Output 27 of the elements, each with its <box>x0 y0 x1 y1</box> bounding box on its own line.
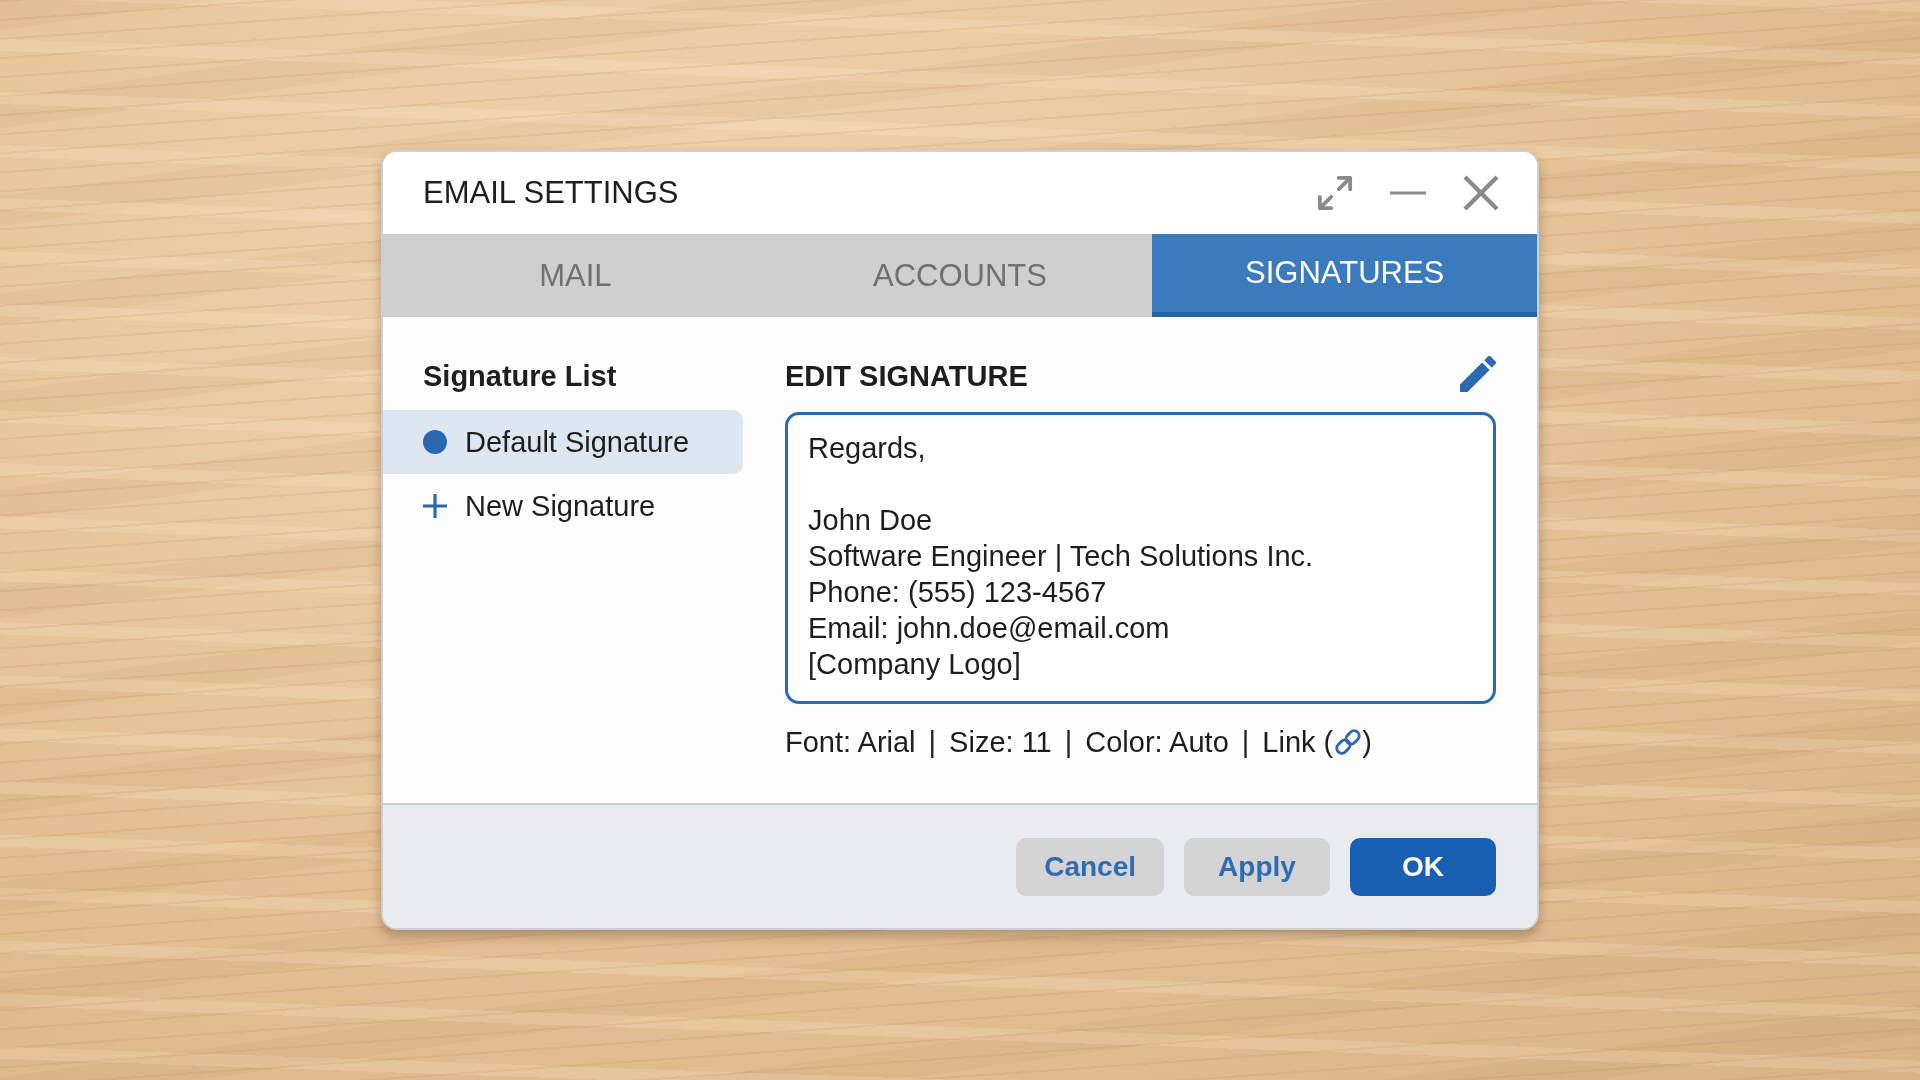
list-item[interactable]: New Signature <box>383 474 743 538</box>
separator-mark: | <box>1064 725 1073 760</box>
list-item[interactable]: Default Signature <box>383 410 743 474</box>
window-title: EMAIL SETTINGS <box>423 175 680 211</box>
pencil-icon[interactable] <box>1460 356 1496 392</box>
format-label: Font: Arial <box>785 725 916 760</box>
close-icon[interactable] <box>1463 175 1499 211</box>
minimize-icon[interactable] <box>1390 191 1426 195</box>
section-heading: Signature List <box>422 359 618 394</box>
signature-editor[interactable]: Regards, John Doe Software Engineer | Tech Solutions Inc. Phone: (555) 123-4567 Email: john.doe@email.com [Company Logo] <box>785 412 1496 704</box>
separator-mark: | <box>1241 725 1250 760</box>
link-label: Link ( <box>1262 725 1334 760</box>
format-label: Color: Auto <box>1085 725 1229 760</box>
closing-paren: ) <box>1362 725 1372 760</box>
separator-mark: | <box>928 725 937 760</box>
cancel-button[interactable]: Cancel <box>1016 837 1164 896</box>
format-label: Size: 11 <box>949 725 1052 760</box>
apply-button[interactable]: Apply <box>1184 837 1330 896</box>
tab[interactable]: ACCOUNTS <box>767 234 1153 317</box>
plus-icon <box>423 494 447 518</box>
dot-icon <box>423 430 447 454</box>
ok-button[interactable]: OK <box>1350 837 1496 896</box>
tab[interactable]: MAIL <box>383 234 768 317</box>
link-icon[interactable] <box>1335 729 1362 755</box>
expand-icon[interactable] <box>1317 175 1353 211</box>
section-heading: EDIT SIGNATURE <box>785 359 1028 393</box>
tab[interactable]: SIGNATURES <box>1152 234 1537 317</box>
